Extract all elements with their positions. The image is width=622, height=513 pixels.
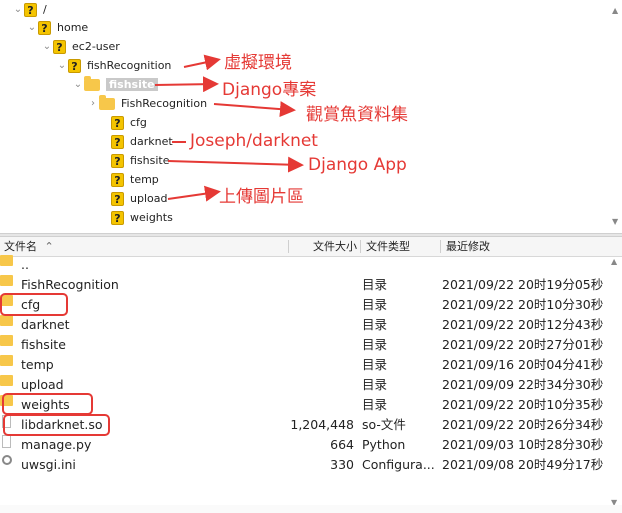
- file-row[interactable]: manage.py 664 Python 2021/09/03 10时28分30秒: [0, 435, 612, 455]
- file-row[interactable]: darknet 目录 2021/09/22 20时12分43秒: [0, 315, 612, 335]
- arrow-fish-dataset: [213, 101, 296, 118]
- file-list-header: 文件名 ⌃ 文件大小 文件类型 最近修改: [0, 237, 622, 257]
- file-modified: 2021/09/03 10时28分30秒: [442, 437, 604, 452]
- annotation-django-project: Django專案: [222, 80, 317, 100]
- file-modified: 2021/09/22 20时26分34秒: [442, 417, 604, 432]
- file-type: so-文件: [362, 417, 406, 432]
- file-row[interactable]: temp 目录 2021/09/16 20时04分41秒: [0, 355, 612, 375]
- file-row[interactable]: ..: [0, 255, 612, 275]
- file-type: Configura...: [362, 457, 435, 472]
- file-type: 目录: [362, 357, 388, 372]
- file-type: Python: [362, 437, 406, 452]
- file-size: 1,204,448: [290, 417, 354, 432]
- file-type: 目录: [362, 377, 388, 392]
- arrow-django-project: [154, 76, 219, 93]
- annotation-upload-images: 上傳圖片區: [219, 187, 304, 207]
- annotation-virtual-env: 虛擬環境: [224, 53, 292, 73]
- arrow-upload: [167, 185, 221, 202]
- file-modified: 2021/09/22 20时27分01秒: [442, 337, 604, 352]
- file-modified: 2021/09/22 20时19分05秒: [442, 277, 604, 292]
- file-type: 目录: [362, 297, 388, 312]
- file-modified: 2021/09/08 20时49分17秒: [442, 457, 604, 472]
- file-type: 目录: [362, 397, 388, 412]
- file-type: 目录: [362, 277, 388, 292]
- file-name: manage.py: [21, 437, 92, 452]
- file-icon: [2, 435, 11, 448]
- file-type: 目录: [362, 337, 388, 352]
- file-row[interactable]: fishsite 目录 2021/09/22 20时27分01秒: [0, 335, 612, 355]
- highlight-box-cfg: [0, 293, 68, 316]
- folder-icon: [0, 255, 13, 266]
- annotation-joseph-darknet: Joseph/darknet: [190, 131, 318, 151]
- file-size: 330: [330, 457, 354, 472]
- scroll-up-icon[interactable]: ▲: [611, 257, 617, 266]
- file-row[interactable]: cfg 目录 2021/09/22 20时10分30秒: [0, 295, 612, 315]
- file-name: uwsgi.ini: [21, 457, 76, 472]
- highlight-box-libdarknet: [3, 414, 110, 436]
- horizontal-scrollbar[interactable]: [0, 505, 622, 513]
- annotation-fish-dataset: 觀賞魚資料集: [306, 105, 408, 125]
- file-list-scrollbar[interactable]: ▲ ▼: [610, 257, 620, 507]
- highlight-box-weights: [2, 393, 93, 415]
- file-modified: 2021/09/22 20时10分35秒: [442, 397, 604, 412]
- file-row[interactable]: uwsgi.ini 330 Configura... 2021/09/08 20时49…: [0, 455, 612, 475]
- column-label: 文件名: [4, 240, 37, 253]
- file-size: 664: [330, 437, 354, 452]
- file-name: ..: [21, 257, 29, 272]
- directory-tree: ⌄ ? / ⌄ ? home ⌄ ? ec2-user ⌄ ? fishReco…: [0, 0, 622, 233]
- file-name: temp: [21, 357, 54, 372]
- folder-icon: [0, 275, 13, 286]
- column-header-size[interactable]: 文件大小: [313, 237, 357, 256]
- file-modified: 2021/09/16 20时04分41秒: [442, 357, 604, 372]
- folder-icon: [0, 355, 13, 366]
- folder-icon: [0, 315, 13, 326]
- file-name: upload: [21, 377, 64, 392]
- file-name: fishsite: [21, 337, 66, 352]
- column-header-name[interactable]: 文件名 ⌃: [4, 237, 54, 256]
- column-header-modified[interactable]: 最近修改: [446, 237, 490, 256]
- sort-ascending-icon: ⌃: [44, 240, 54, 253]
- file-row[interactable]: upload 目录 2021/09/09 22时34分30秒: [0, 375, 612, 395]
- file-modified: 2021/09/09 22时34分30秒: [442, 377, 604, 392]
- file-modified: 2021/09/22 20时10分30秒: [442, 297, 604, 312]
- file-modified: 2021/09/22 20时12分43秒: [442, 317, 604, 332]
- file-row[interactable]: FishRecognition 目录 2021/09/22 20时19分05秒: [0, 275, 612, 295]
- gear-icon: [2, 455, 12, 465]
- column-header-type[interactable]: 文件类型: [366, 237, 410, 256]
- arrow-django-app: [167, 156, 304, 173]
- file-type: 目录: [362, 317, 388, 332]
- annotation-django-app: Django App: [308, 155, 407, 175]
- arrow-virtual-env: [183, 54, 221, 71]
- folder-icon: [0, 335, 13, 346]
- file-name: darknet: [21, 317, 70, 332]
- file-name: FishRecognition: [21, 277, 119, 292]
- folder-icon: [0, 375, 13, 386]
